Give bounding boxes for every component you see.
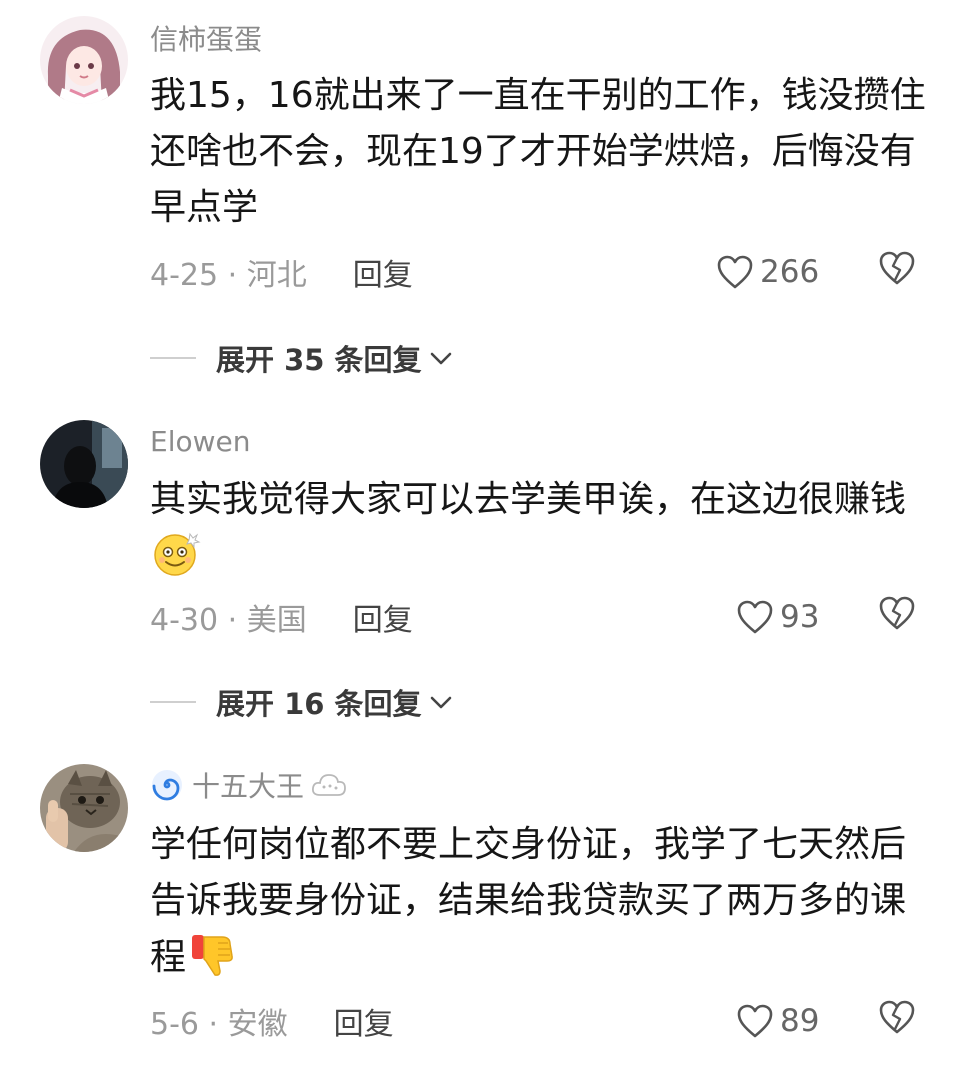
comment-meta: 5-6 · 安徽 回复 89 bbox=[150, 996, 940, 1046]
comment-text-line bbox=[150, 528, 920, 584]
dislike-button[interactable] bbox=[878, 247, 916, 297]
chevron-down-icon bbox=[428, 692, 454, 712]
expand-replies-button[interactable]: 展开 35 条回复 bbox=[150, 336, 454, 380]
like-button[interactable]: 89 bbox=[736, 996, 819, 1046]
cloud-badge-icon bbox=[310, 769, 348, 801]
broken-heart-icon bbox=[878, 250, 916, 294]
chevron-down-icon bbox=[428, 348, 454, 368]
comment-text-line: 我15，16就出来了一直在干别的工作，钱没攒住 bbox=[150, 75, 926, 116]
username-text[interactable]: 信柿蛋蛋 bbox=[150, 18, 262, 58]
date-location: 4-30 · 美国 bbox=[150, 603, 307, 638]
expand-replies-label[interactable]: 展开 35 条回复 bbox=[216, 337, 422, 379]
comment-text-line: 早点学 bbox=[150, 187, 259, 228]
like-button[interactable]: 266 bbox=[716, 247, 819, 297]
reply-button[interactable]: 回复 bbox=[334, 999, 394, 1043]
comment-text-line: 学任何岗位都不要上交身份证，我学了七天然后 bbox=[150, 824, 907, 865]
comment-text: 我15，16就出来了一直在干别的工作，钱没攒住 还啥也不会，现在19了才开始学烘… bbox=[150, 68, 926, 236]
comment-text: 学任何岗位都不要上交身份证，我学了七天然后 告诉我要身份证，结果给我贷款买了两万… bbox=[150, 817, 920, 985]
thumbs-down-emoji bbox=[188, 929, 238, 996]
avatar[interactable] bbox=[40, 420, 128, 508]
comment-meta: 4-30 · 美国 回复 93 bbox=[150, 592, 940, 642]
divider-dash bbox=[150, 701, 196, 703]
expand-replies-button[interactable]: 展开 16 条回复 bbox=[150, 680, 454, 724]
username[interactable]: 十五大王 bbox=[150, 765, 348, 805]
heart-icon bbox=[736, 599, 774, 635]
comment-text-line: 还啥也不会，现在19了才开始学烘焙，后悔没有 bbox=[150, 131, 916, 172]
broken-heart-icon bbox=[878, 595, 916, 639]
comment-text-line: 告诉我要身份证，结果给我贷款买了两万多的课 bbox=[150, 880, 907, 921]
reply-button[interactable]: 回复 bbox=[353, 250, 413, 294]
comment-text-line: 程 bbox=[150, 929, 920, 985]
comment-text-fragment: 程 bbox=[150, 937, 187, 978]
comment-text-line: 其实我觉得大家可以去学美甲诶，在这边很赚钱 bbox=[150, 479, 907, 520]
heart-icon bbox=[736, 1003, 774, 1039]
swirl-icon bbox=[150, 768, 184, 802]
comment-text: 其实我觉得大家可以去学美甲诶，在这边很赚钱 bbox=[150, 472, 920, 584]
heart-icon bbox=[716, 254, 754, 290]
date-location: 4-25 · 河北 bbox=[150, 258, 307, 293]
broken-heart-icon bbox=[878, 999, 916, 1043]
like-button[interactable]: 93 bbox=[736, 592, 819, 642]
dislike-button[interactable] bbox=[878, 996, 916, 1046]
dislike-button[interactable] bbox=[878, 592, 916, 642]
reply-button[interactable]: 回复 bbox=[353, 595, 413, 639]
username[interactable]: 信柿蛋蛋 bbox=[150, 18, 262, 58]
like-count: 266 bbox=[760, 254, 820, 290]
expand-replies-label[interactable]: 展开 16 条回复 bbox=[216, 681, 422, 723]
comment-meta: 4-25 · 河北 回复 266 bbox=[150, 247, 940, 297]
avatar[interactable] bbox=[40, 16, 128, 104]
divider-dash bbox=[150, 357, 196, 359]
like-count: 89 bbox=[780, 1003, 820, 1039]
username-text[interactable]: Elowen bbox=[150, 425, 250, 458]
avatar[interactable] bbox=[40, 764, 128, 852]
username[interactable]: Elowen bbox=[150, 421, 250, 461]
username-text[interactable]: 十五大王 bbox=[192, 765, 304, 805]
dazed-smile-emoji bbox=[152, 528, 202, 595]
date-location: 5-6 · 安徽 bbox=[150, 1007, 288, 1042]
like-count: 93 bbox=[780, 599, 820, 635]
